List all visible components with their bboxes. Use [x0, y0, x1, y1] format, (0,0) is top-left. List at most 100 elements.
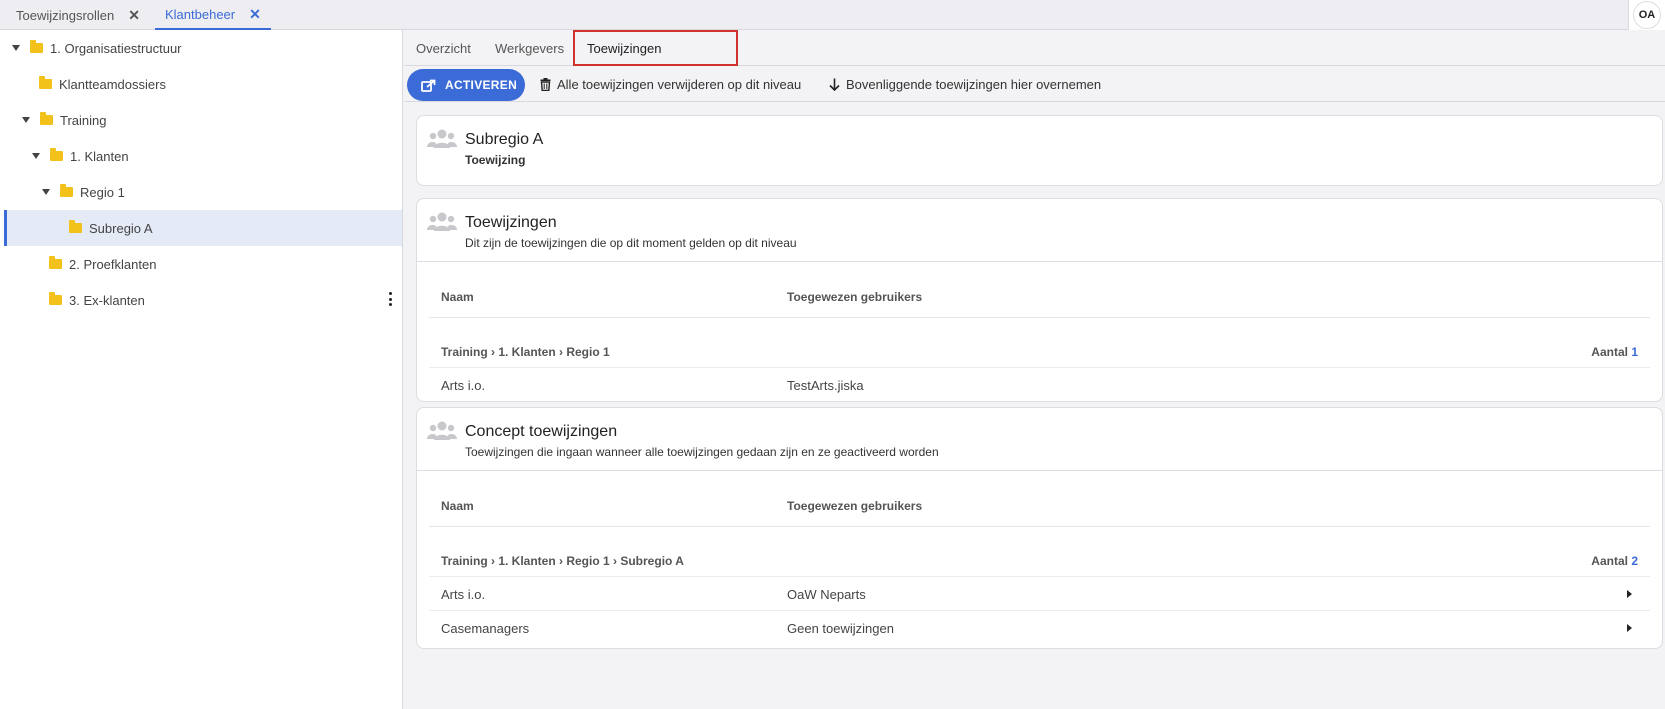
- tree-item-label: 2. Proefklanten: [69, 256, 157, 272]
- share-icon: [421, 79, 436, 92]
- trash-icon: [540, 77, 551, 91]
- count-text: Aantal: [1591, 554, 1628, 568]
- more-options-icon[interactable]: [388, 292, 392, 306]
- row-name: Arts i.o.: [441, 378, 486, 393]
- caret-down-icon[interactable]: [12, 45, 20, 51]
- toolbar: ACTIVEREN Alle toewijzingen verwijderen …: [404, 66, 1665, 102]
- tab-label: Overzicht: [416, 40, 471, 56]
- tab-werkgevers[interactable]: Werkgevers: [495, 30, 564, 66]
- column-header-naam: Naam: [441, 290, 474, 304]
- row-name: Casemanagers: [441, 621, 530, 636]
- table-header: Naam Toegewezen gebruikers: [417, 262, 1662, 318]
- folder-icon: [49, 256, 62, 269]
- take-over-label: Bovenliggende toewijzingen hier overneme…: [846, 76, 1102, 92]
- folder-icon: [30, 40, 43, 53]
- column-header-users: Toegewezen gebruikers: [787, 499, 923, 513]
- header-card: Subregio A Toewijzing: [416, 115, 1663, 186]
- count-label: Aantal 2: [1591, 554, 1638, 568]
- avatar[interactable]: OA: [1633, 1, 1661, 29]
- caret-down-icon[interactable]: [32, 153, 40, 159]
- group-path-row: Training › 1. Klanten › Regio 1 › Subreg…: [441, 546, 1638, 576]
- folder-icon: [69, 220, 82, 233]
- column-header-users: Toegewezen gebruikers: [787, 290, 923, 304]
- tree-item-ex-klanten[interactable]: 3. Ex-klanten: [4, 282, 402, 318]
- card-header: Toewijzingen Dit zijn de toewijzingen di…: [417, 199, 1662, 261]
- tree-item-training[interactable]: Training: [4, 102, 402, 138]
- arrow-down-icon: [829, 78, 840, 91]
- divider: [429, 317, 1650, 318]
- tab-toewijzingsrollen[interactable]: Toewijzingsrollen ✕: [16, 0, 140, 30]
- concept-assignments-card: Concept toewijzingen Toewijzingen die in…: [416, 407, 1663, 649]
- tab-overzicht[interactable]: Overzicht: [416, 30, 471, 66]
- group-path: Training › 1. Klanten › Regio 1 › Subreg…: [441, 554, 684, 568]
- remove-all-button[interactable]: Alle toewijzingen verwijderen op dit niv…: [540, 66, 801, 102]
- tab-klantbeheer[interactable]: Klantbeheer ✕: [155, 0, 271, 30]
- tree-item-proefklanten[interactable]: 2. Proefklanten: [4, 246, 402, 282]
- remove-all-label: Alle toewijzingen verwijderen op dit niv…: [557, 76, 802, 92]
- tree-item-label: 3. Ex-klanten: [69, 292, 145, 308]
- row-users: OaW Neparts: [787, 587, 866, 602]
- tree-item-label: 1. Organisatiestructuur: [50, 40, 182, 56]
- activate-button[interactable]: ACTIVEREN: [407, 69, 525, 101]
- main-content: Overzicht Werkgevers Toewijzingen ACTIVE…: [404, 30, 1665, 709]
- folder-icon: [50, 148, 63, 161]
- users-group-icon: [427, 129, 457, 148]
- card-header: Concept toewijzingen Toewijzingen die in…: [417, 408, 1662, 470]
- row-users: Geen toewijzingen: [787, 621, 894, 636]
- users-group-icon: [427, 212, 457, 231]
- tree-item-regio-1[interactable]: Regio 1: [4, 174, 402, 210]
- tree-item-organisatiestructuur[interactable]: 1. Organisatiestructuur: [4, 30, 402, 66]
- card-title: Subregio A: [465, 131, 544, 148]
- users-group-icon: [427, 421, 457, 440]
- divider: [429, 526, 1650, 527]
- tree-item-subregio-a[interactable]: Subregio A: [4, 210, 402, 246]
- count-label: Aantal 1: [1591, 345, 1638, 359]
- row-name: Arts i.o.: [441, 587, 486, 602]
- group-path-row: Training › 1. Klanten › Regio 1 Aantal 1: [441, 337, 1638, 367]
- folder-icon: [60, 184, 73, 197]
- card-title: Toewijzingen: [465, 214, 557, 231]
- tree-item-klantteamdossiers[interactable]: Klantteamdossiers: [4, 66, 402, 102]
- tree-sidebar: 1. Organisatiestructuur Klantteamdossier…: [0, 30, 403, 709]
- card-header: Subregio A Toewijzing: [417, 116, 1662, 178]
- caret-down-icon[interactable]: [22, 117, 30, 123]
- card-subtitle: Dit zijn de toewijzingen die op dit mome…: [465, 236, 797, 250]
- tab-label: Klantbeheer: [165, 6, 236, 22]
- table-header: Naam Toegewezen gebruikers: [417, 471, 1662, 527]
- group-path: Training › 1. Klanten › Regio 1: [441, 345, 610, 359]
- caret-right-icon[interactable]: [1627, 590, 1632, 598]
- row-users: TestArts.jiska: [787, 378, 864, 393]
- top-tab-bar: Toewijzingsrollen ✕ Klantbeheer ✕ OA: [0, 0, 1665, 30]
- sub-tab-bar: Overzicht Werkgevers Toewijzingen: [404, 30, 1665, 66]
- close-icon[interactable]: ✕: [249, 6, 261, 23]
- count-text: Aantal: [1591, 345, 1628, 359]
- current-assignments-card: Toewijzingen Dit zijn de toewijzingen di…: [416, 198, 1663, 402]
- table-row[interactable]: Casemanagers Geen toewijzingen: [429, 610, 1650, 644]
- activate-label: ACTIVEREN: [445, 78, 518, 92]
- close-icon[interactable]: ✕: [128, 7, 140, 24]
- tree-item-label: Regio 1: [80, 184, 125, 200]
- folder-icon: [39, 76, 52, 89]
- folder-icon: [40, 112, 53, 125]
- user-menu[interactable]: OA: [1628, 0, 1665, 30]
- tree-item-label: Subregio A: [89, 220, 153, 236]
- column-header-naam: Naam: [441, 499, 474, 513]
- tab-label: Werkgevers: [495, 40, 565, 56]
- card-subtitle: Toewijzing: [465, 153, 526, 167]
- caret-right-icon[interactable]: [1627, 624, 1632, 632]
- caret-down-icon[interactable]: [42, 189, 50, 195]
- tab-highlight-box: [573, 30, 738, 66]
- tree-item-label: Training: [60, 112, 107, 128]
- tab-label: Toewijzingsrollen: [16, 7, 115, 23]
- tree-item-label: Klantteamdossiers: [59, 76, 166, 92]
- folder-icon: [49, 292, 62, 305]
- table-row[interactable]: Arts i.o. TestArts.jiska: [429, 367, 1650, 401]
- count-value: 2: [1631, 554, 1638, 568]
- table-row[interactable]: Arts i.o. OaW Neparts: [429, 576, 1650, 610]
- take-over-button[interactable]: Bovenliggende toewijzingen hier overneme…: [829, 66, 1101, 102]
- tree-item-label: 1. Klanten: [70, 148, 129, 164]
- count-value: 1: [1631, 345, 1638, 359]
- card-subtitle: Toewijzingen die ingaan wanneer alle toe…: [465, 445, 939, 459]
- tree-item-klanten[interactable]: 1. Klanten: [4, 138, 402, 174]
- card-title: Concept toewijzingen: [465, 423, 618, 440]
